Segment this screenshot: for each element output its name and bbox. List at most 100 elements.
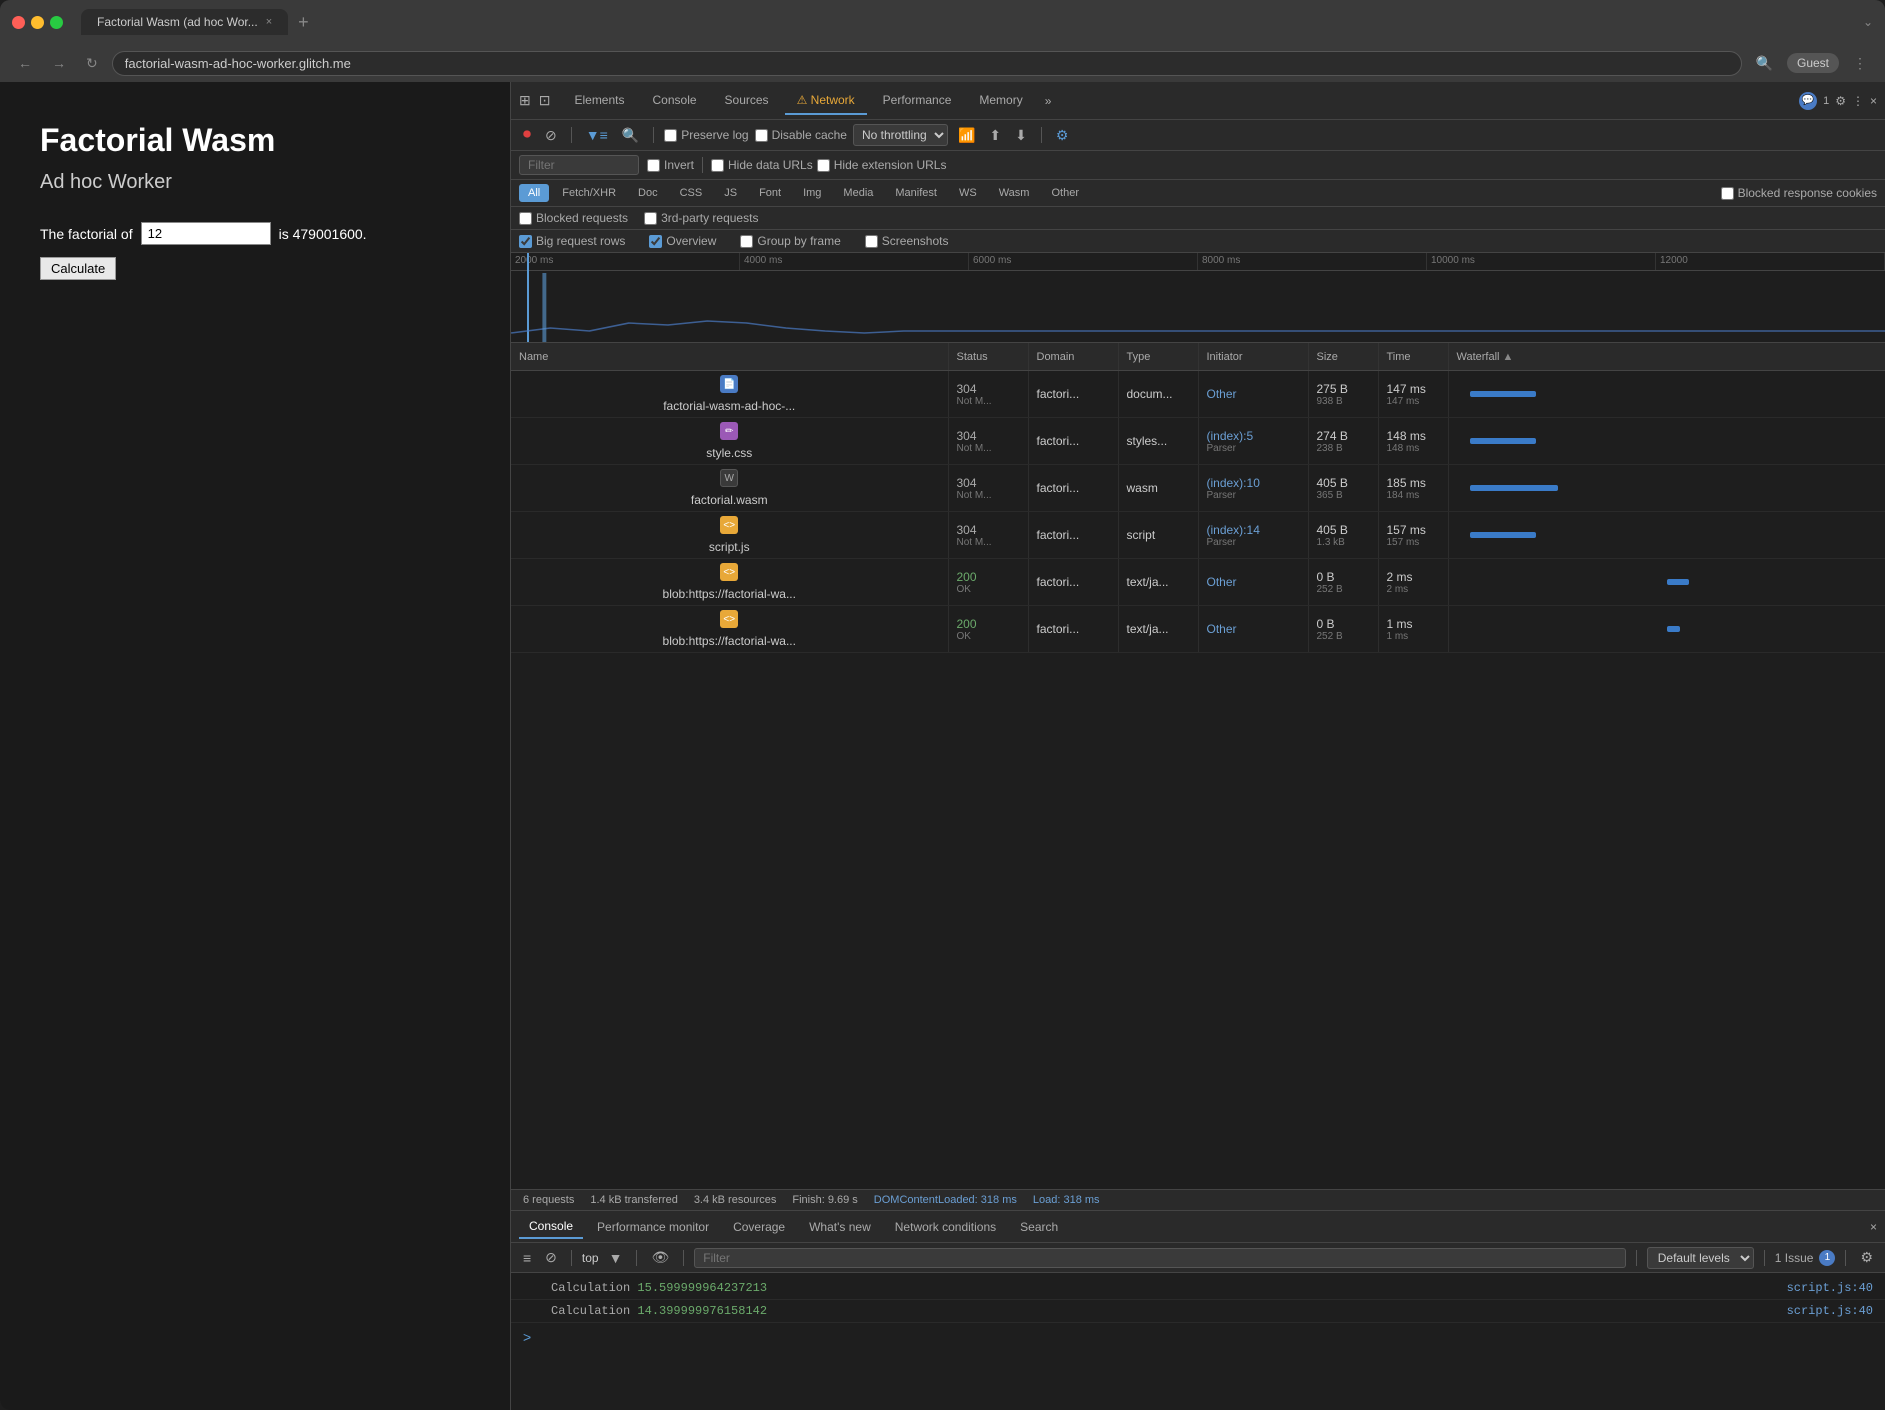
console-tab-network-conditions[interactable]: Network conditions: [885, 1216, 1006, 1238]
blue-settings-icon[interactable]: ⚙: [1052, 125, 1073, 146]
pill-other[interactable]: Other: [1042, 184, 1088, 202]
tab-console[interactable]: Console: [641, 87, 709, 115]
console-row-link[interactable]: script.js:40: [1787, 1304, 1873, 1318]
console-level-select[interactable]: Default levels: [1647, 1247, 1754, 1269]
minimize-button[interactable]: [31, 16, 44, 29]
console-close-button[interactable]: ×: [1870, 1220, 1877, 1234]
disable-cache-checkbox[interactable]: [755, 129, 768, 142]
pill-manifest[interactable]: Manifest: [886, 184, 946, 202]
th-status[interactable]: Status: [949, 343, 1029, 370]
invert-checkbox[interactable]: [647, 159, 660, 172]
pill-css[interactable]: CSS: [671, 184, 712, 202]
search-icon[interactable]: 🔍: [618, 125, 643, 146]
console-filter-input[interactable]: [694, 1248, 1626, 1268]
pill-fetchxhr[interactable]: Fetch/XHR: [553, 184, 625, 202]
third-party-requests-label[interactable]: 3rd-party requests: [644, 211, 758, 225]
back-button[interactable]: ←: [12, 53, 38, 73]
th-type[interactable]: Type: [1119, 343, 1199, 370]
th-initiator[interactable]: Initiator: [1199, 343, 1309, 370]
invert-label[interactable]: Invert: [647, 158, 694, 172]
close-button[interactable]: [12, 16, 25, 29]
hide-extension-urls-checkbox[interactable]: [817, 159, 830, 172]
pill-wasm[interactable]: Wasm: [990, 184, 1039, 202]
console-tab-console[interactable]: Console: [519, 1215, 583, 1239]
pill-doc[interactable]: Doc: [629, 184, 667, 202]
screenshots-checkbox[interactable]: [865, 235, 878, 248]
table-row[interactable]: 📄 factorial-wasm-ad-hoc-... 304 Not M...…: [511, 371, 1885, 418]
table-row[interactable]: W factorial.wasm 304 Not M... factori...…: [511, 465, 1885, 512]
th-name[interactable]: Name: [511, 343, 949, 370]
guest-button[interactable]: Guest: [1787, 53, 1839, 73]
tab-network[interactable]: ⚠ Network: [785, 87, 867, 115]
browser-tab[interactable]: Factorial Wasm (ad hoc Wor... ×: [81, 9, 288, 35]
settings-icon[interactable]: ⚙: [1835, 94, 1846, 108]
pill-all[interactable]: All: [519, 184, 549, 202]
import-icon[interactable]: ⬆: [985, 125, 1005, 146]
disable-cache-label[interactable]: Disable cache: [755, 128, 847, 142]
screenshots-label[interactable]: Screenshots: [865, 234, 949, 248]
tab-memory[interactable]: Memory: [967, 87, 1034, 115]
table-row[interactable]: ✏ style.css 304 Not M... factori... styl…: [511, 418, 1885, 465]
third-party-requests-checkbox[interactable]: [644, 212, 657, 225]
group-by-frame-checkbox[interactable]: [740, 235, 753, 248]
console-tab-coverage[interactable]: Coverage: [723, 1216, 795, 1238]
console-eye-icon[interactable]: 👁: [647, 1247, 673, 1268]
calculate-button[interactable]: Calculate: [40, 257, 116, 280]
hide-data-urls-label[interactable]: Hide data URLs: [711, 158, 813, 172]
devtools-more-icon[interactable]: ⋮: [1852, 94, 1864, 108]
new-tab-button[interactable]: +: [294, 12, 313, 33]
table-row[interactable]: <> blob:https://factorial-wa... 200 OK f…: [511, 559, 1885, 606]
clear-button[interactable]: ⊘: [541, 125, 561, 146]
pill-ws[interactable]: WS: [950, 184, 986, 202]
pill-img[interactable]: Img: [794, 184, 830, 202]
tab-elements[interactable]: Elements: [562, 87, 636, 115]
console-prompt[interactable]: >: [511, 1323, 1885, 1351]
inspector-icon[interactable]: ⊞: [519, 92, 531, 109]
hide-data-urls-checkbox[interactable]: [711, 159, 724, 172]
pill-font[interactable]: Font: [750, 184, 790, 202]
th-waterfall[interactable]: Waterfall ▲: [1449, 343, 1885, 370]
console-sidebar-icon[interactable]: ≡: [519, 1248, 535, 1268]
console-settings-icon[interactable]: ⚙: [1856, 1247, 1877, 1268]
address-bar[interactable]: factorial-wasm-ad-hoc-worker.glitch.me: [112, 51, 1742, 76]
export-icon[interactable]: ⬇: [1011, 125, 1031, 146]
chevron-down-icon[interactable]: ⌄: [1863, 15, 1873, 29]
zoom-icon[interactable]: 🔍: [1750, 53, 1779, 74]
group-by-frame-label[interactable]: Group by frame: [740, 234, 840, 248]
filter-input[interactable]: [519, 155, 639, 175]
refresh-button[interactable]: ↻: [80, 53, 104, 74]
big-request-rows-checkbox[interactable]: [519, 235, 532, 248]
pill-media[interactable]: Media: [834, 184, 882, 202]
console-row[interactable]: Calculation 14.399999976158142 script.js…: [511, 1300, 1885, 1323]
browser-more-icon[interactable]: ⋮: [1847, 53, 1873, 74]
overview-label[interactable]: Overview: [649, 234, 716, 248]
pill-js[interactable]: JS: [715, 184, 746, 202]
tab-more[interactable]: »: [1039, 94, 1058, 108]
hide-extension-urls-label[interactable]: Hide extension URLs: [817, 158, 947, 172]
th-time[interactable]: Time: [1379, 343, 1449, 370]
forward-button[interactable]: →: [46, 53, 72, 73]
tab-performance[interactable]: Performance: [871, 87, 964, 115]
blocked-requests-checkbox[interactable]: [519, 212, 532, 225]
th-size[interactable]: Size: [1309, 343, 1379, 370]
record-button[interactable]: ⏺: [519, 124, 535, 146]
preserve-log-checkbox[interactable]: [664, 129, 677, 142]
console-row[interactable]: Calculation 15.599999964237213 script.js…: [511, 1277, 1885, 1300]
preserve-log-label[interactable]: Preserve log: [664, 128, 748, 142]
table-row[interactable]: <> script.js 304 Not M... factori... scr…: [511, 512, 1885, 559]
tab-close-button[interactable]: ×: [266, 16, 272, 28]
overview-checkbox[interactable]: [649, 235, 662, 248]
console-tab-whats-new[interactable]: What's new: [799, 1216, 881, 1238]
console-row-link[interactable]: script.js:40: [1787, 1281, 1873, 1295]
table-row[interactable]: <> blob:https://factorial-wa... 200 OK f…: [511, 606, 1885, 653]
throttle-select[interactable]: No throttling: [853, 124, 948, 146]
devtools-close-icon[interactable]: ×: [1870, 94, 1877, 108]
maximize-button[interactable]: [50, 16, 63, 29]
console-tab-performance-monitor[interactable]: Performance monitor: [587, 1216, 719, 1238]
th-domain[interactable]: Domain: [1029, 343, 1119, 370]
console-clear-icon[interactable]: ⊘: [541, 1247, 561, 1268]
factorial-input[interactable]: [141, 222, 271, 245]
filter-icon[interactable]: ▼≡: [582, 125, 612, 145]
console-tab-search[interactable]: Search: [1010, 1216, 1068, 1238]
blocked-cookies-checkbox[interactable]: [1721, 187, 1734, 200]
